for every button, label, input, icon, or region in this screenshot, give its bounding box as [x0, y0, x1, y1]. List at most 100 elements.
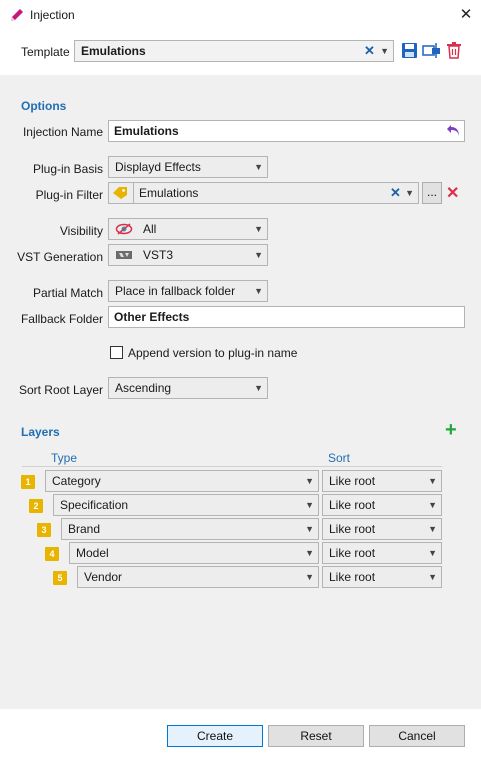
layers-header-divider [22, 466, 442, 467]
layer-level-badge: 1 [21, 475, 35, 489]
chevron-down-icon: ▼ [305, 500, 314, 510]
layer-type-combo[interactable]: Specification ▼ [53, 494, 319, 516]
layer-type-value: Category [52, 474, 101, 488]
options-heading: Options [21, 99, 67, 113]
chevron-down-icon: ▼ [428, 500, 437, 510]
sort-root-combo[interactable]: Ascending ▼ [108, 377, 268, 399]
injection-name-field[interactable]: Emulations [108, 120, 465, 142]
layer-type-combo[interactable]: Model ▼ [69, 542, 319, 564]
fallback-folder-value: Other Effects [114, 310, 190, 324]
rename-icon[interactable] [422, 42, 441, 59]
visibility-value: All [143, 222, 157, 236]
fallback-folder-label: Fallback Folder [20, 312, 103, 326]
vst-generation-value: VST3 [143, 248, 174, 262]
chevron-down-icon: ▼ [305, 476, 314, 486]
partial-match-label: Partial Match [32, 286, 103, 300]
layer-level-badge: 3 [37, 523, 51, 537]
plugin-basis-combo[interactable]: Displayd Effects ▼ [108, 156, 268, 178]
title-bar: Injection ✕ [0, 0, 481, 30]
add-icon[interactable]: + [445, 419, 457, 442]
plugin-filter-combo[interactable]: Emulations ✕ ▼ [108, 182, 419, 204]
layer-sort-combo[interactable]: Like root ▼ [322, 494, 442, 516]
plugin-basis-label: Plug-in Basis [32, 162, 103, 176]
layer-type-value: Brand [68, 522, 101, 536]
divider [133, 183, 134, 203]
layer-sort-combo[interactable]: Like root ▼ [322, 566, 442, 588]
layer-type-combo[interactable]: Brand ▼ [61, 518, 319, 540]
browse-filter-button[interactable]: ... [422, 182, 442, 204]
injection-name-label: Injection Name [22, 125, 103, 139]
layer-type-value: Specification [60, 498, 129, 512]
layer-level-badge: 4 [45, 547, 59, 561]
layer-sort-value: Like root [329, 546, 376, 560]
layer-sort-value: Like root [329, 474, 376, 488]
layer-sort-combo[interactable]: Like root ▼ [322, 470, 442, 492]
plugin-basis-value: Displayd Effects [115, 160, 201, 174]
plugin-filter-label: Plug-in Filter [35, 188, 103, 202]
vst-icon [116, 251, 132, 259]
close-icon: ✕ [459, 6, 473, 23]
visibility-label: Visibility [59, 224, 103, 238]
footer: Create Reset Cancel [0, 709, 481, 763]
column-sort: Sort [328, 451, 351, 465]
trash-icon[interactable] [446, 41, 462, 59]
vst-generation-label: VST Generation [17, 250, 103, 264]
layer-sort-combo[interactable]: Like root ▼ [322, 518, 442, 540]
cancel-button[interactable]: Cancel [369, 725, 465, 747]
layers-heading: Layers [21, 425, 60, 439]
append-version-checkbox[interactable] [110, 346, 123, 359]
chevron-down-icon: ▼ [254, 224, 263, 234]
pencil-icon [11, 9, 23, 21]
chevron-down-icon: ▼ [428, 548, 437, 558]
template-combo[interactable]: Emulations ✕ ▼ [74, 40, 394, 62]
chevron-down-icon: ▼ [305, 548, 314, 558]
column-type: Type [51, 451, 78, 465]
layer-sort-value: Like root [329, 570, 376, 584]
chevron-down-icon: ▼ [405, 188, 414, 198]
layer-level-badge: 2 [29, 499, 43, 513]
options-panel: Options Injection Name Emulations Plug-i… [0, 75, 481, 709]
save-icon[interactable] [401, 42, 418, 59]
chevron-down-icon: ▼ [428, 476, 437, 486]
chevron-down-icon: ▼ [428, 524, 437, 534]
fallback-folder-field[interactable]: Other Effects [108, 306, 465, 328]
reset-button[interactable]: Reset [268, 725, 364, 747]
tag-icon [113, 187, 127, 199]
remove-filter-icon[interactable]: ✕ [446, 183, 459, 203]
layer-type-value: Model [76, 546, 109, 560]
layer-level-badge: 5 [53, 571, 67, 585]
layer-type-combo[interactable]: Category ▼ [45, 470, 319, 492]
sort-root-value: Ascending [115, 381, 172, 395]
chevron-down-icon: ▼ [380, 46, 389, 56]
chevron-down-icon: ▼ [305, 572, 314, 582]
vst-generation-combo[interactable]: VST3 ▼ [108, 244, 268, 266]
clear-filter-icon[interactable]: ✕ [390, 183, 401, 203]
injection-name-value: Emulations [114, 124, 179, 138]
chevron-down-icon: ▼ [305, 524, 314, 534]
chevron-down-icon: ▼ [254, 383, 263, 393]
layer-sort-value: Like root [329, 498, 376, 512]
undo-icon[interactable] [446, 124, 461, 137]
close-button[interactable]: ✕ [451, 0, 481, 30]
append-version-label: Append version to plug-in name [128, 346, 298, 360]
partial-match-value: Place in fallback folder [115, 284, 236, 298]
create-button[interactable]: Create [167, 725, 263, 747]
template-label: Template [21, 45, 70, 59]
visibility-combo[interactable]: All ▼ [108, 218, 268, 240]
layer-sort-combo[interactable]: Like root ▼ [322, 542, 442, 564]
chevron-down-icon: ▼ [254, 162, 263, 172]
chevron-down-icon: ▼ [428, 572, 437, 582]
template-value: Emulations [81, 44, 146, 58]
layer-type-value: Vendor [84, 570, 123, 584]
template-bar: Template Emulations ✕ ▼ [0, 30, 481, 75]
chevron-down-icon: ▼ [254, 250, 263, 260]
plugin-filter-value: Emulations [139, 186, 199, 200]
window-title: Injection [30, 8, 75, 22]
clear-template-icon[interactable]: ✕ [364, 41, 375, 61]
layer-type-combo[interactable]: Vendor ▼ [77, 566, 319, 588]
partial-match-combo[interactable]: Place in fallback folder ▼ [108, 280, 268, 302]
chevron-down-icon: ▼ [254, 286, 263, 296]
sort-root-label: Sort Root Layer [18, 383, 103, 397]
eye-icon [115, 223, 133, 235]
layer-sort-value: Like root [329, 522, 376, 536]
